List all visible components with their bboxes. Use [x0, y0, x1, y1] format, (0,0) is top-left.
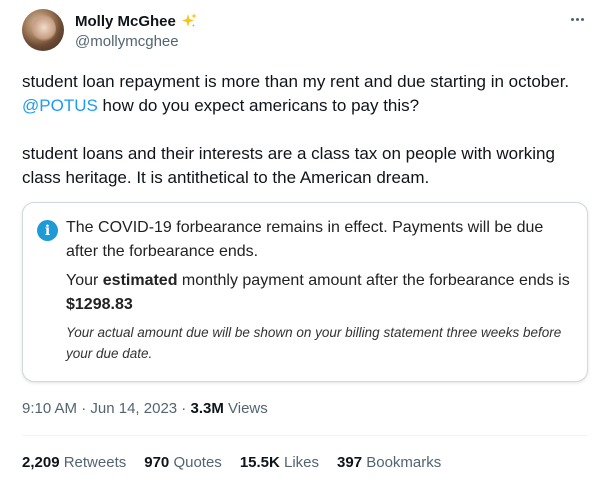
divider	[22, 435, 587, 436]
tweet-date[interactable]: Jun 14, 2023	[90, 400, 177, 417]
meta-separator: ·	[77, 400, 91, 417]
retweets-stat[interactable]: 2,209 Retweets	[22, 454, 126, 471]
meta-separator: ·	[177, 400, 191, 417]
bookmarks-stat[interactable]: 397 Bookmarks	[337, 454, 441, 471]
tweet-text-part: how do you expect americans to pay this?	[97, 96, 420, 115]
billing-fineprint: Your actual amount due will be shown on …	[66, 325, 562, 361]
likes-count: 15.5K	[239, 454, 280, 471]
avatar[interactable]	[22, 9, 64, 51]
bookmarks-count: 397	[337, 454, 363, 471]
info-icon: i	[37, 220, 58, 241]
engagement-stats: 2,209 Retweets 970 Quotes 15.5K Likes 39…	[22, 454, 441, 471]
retweets-label: Retweets	[59, 454, 127, 471]
name-row: Molly McGhee	[75, 11, 198, 31]
payment-text-part: Your	[66, 272, 103, 289]
sparkles-icon	[180, 12, 198, 30]
forbearance-notice: The COVID-19 forbearance remains in effe…	[66, 219, 544, 260]
user-handle[interactable]: @mollymcghee	[75, 33, 179, 50]
views-count: 3.3M	[190, 400, 224, 417]
likes-label: Likes	[279, 454, 320, 471]
quotes-count: 970	[144, 454, 170, 471]
tweet-text-part: student loan repayment is more than my r…	[22, 72, 570, 91]
quotes-label: Quotes	[169, 454, 222, 471]
quotes-stat[interactable]: 970 Quotes	[144, 454, 222, 471]
tweet-time[interactable]: 9:10 AM	[22, 400, 77, 417]
retweets-count: 2,209	[22, 454, 60, 471]
mention-link[interactable]: @POTUS	[22, 96, 98, 115]
tweet-meta: 9:10 AM · Jun 14, 2023 · 3.3M Views	[22, 400, 268, 417]
bookmarks-label: Bookmarks	[362, 454, 442, 471]
payment-amount: $1298.83	[66, 296, 133, 313]
more-options-icon[interactable]	[567, 9, 587, 29]
attached-image-card[interactable]: i The COVID-19 forbearance remains in ef…	[22, 202, 588, 382]
tweet-paragraph-2: student loans and their interests are a …	[22, 144, 555, 187]
payment-emphasis: estimated	[102, 272, 178, 289]
likes-stat[interactable]: 15.5K Likes	[240, 454, 319, 471]
tweet-header: Molly McGhee @mollymcghee	[22, 9, 587, 55]
estimated-payment-text: Your estimated monthly payment amount af…	[66, 269, 581, 317]
display-name[interactable]: Molly McGhee	[75, 13, 176, 30]
tweet: Molly McGhee @mollymcghee student loan r…	[0, 0, 595, 490]
tweet-paragraph-1: student loan repayment is more than my r…	[22, 70, 587, 118]
tweet-text: student loan repayment is more than my r…	[22, 70, 587, 190]
views-label: Views	[223, 400, 268, 417]
payment-text-part: monthly payment amount after the forbear…	[177, 272, 570, 289]
